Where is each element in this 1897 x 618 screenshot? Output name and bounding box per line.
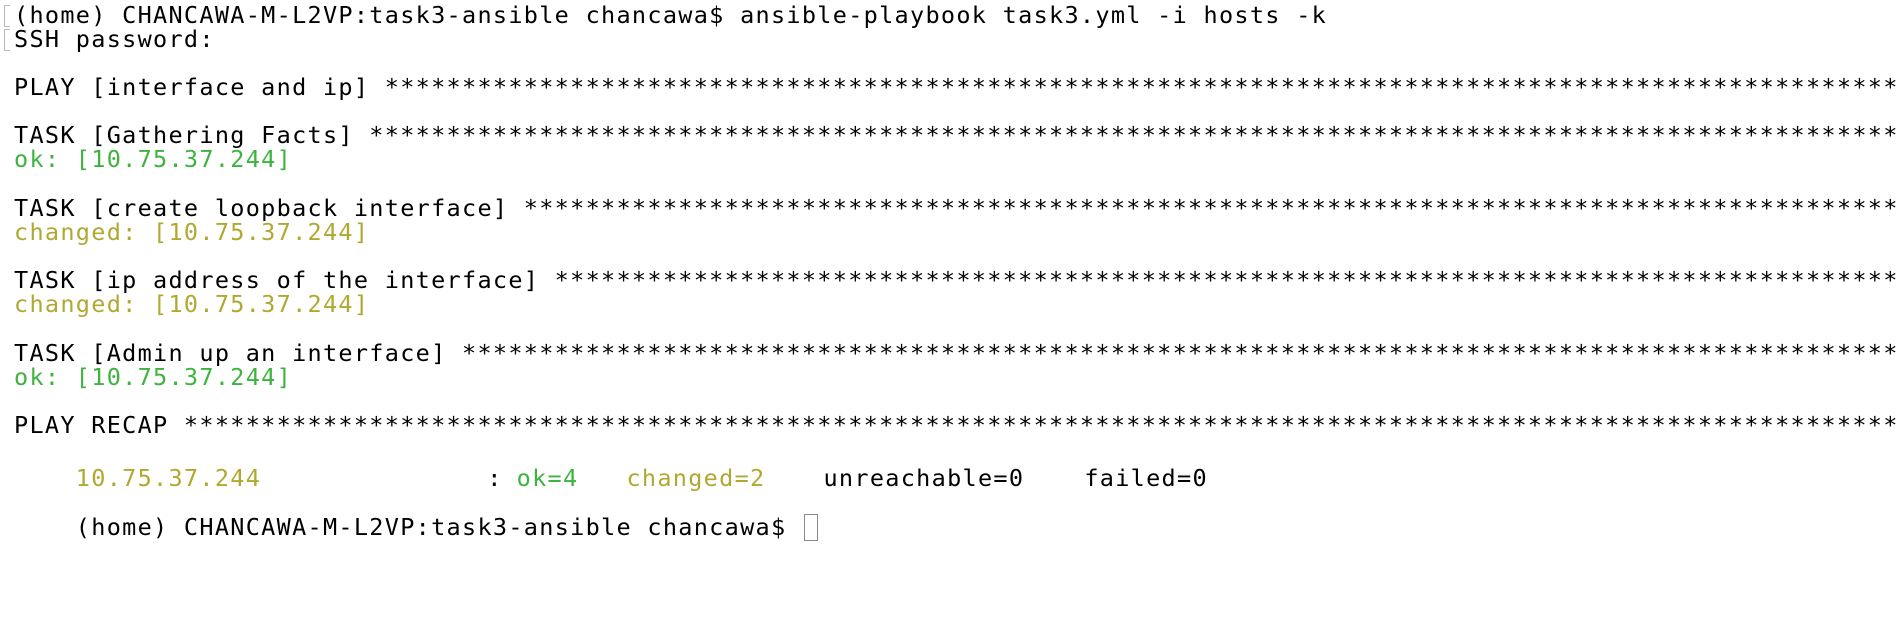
task-create-loopback-result: changed: [10.75.37.244] [14,218,370,246]
task-gathering-facts-result: ok: [10.75.37.244] [14,145,293,173]
line-mark [4,5,10,27]
text-cursor[interactable] [803,514,818,541]
recap-failed: failed=0 [1084,464,1208,492]
final-prompt-line[interactable]: (home) CHANCAWA-M-L2VP:task3-ansible cha… [14,484,818,541]
play-recap-row: 10.75.37.244: ok=4 changed=2 unreachable=0 f… [14,435,1208,492]
terminal-window[interactable]: (home) CHANCAWA-M-L2VP:task3-ansible cha… [0,0,1897,618]
recap-unreachable: unreachable=0 [823,464,1025,492]
task-admin-up-result: ok: [10.75.37.244] [14,363,293,391]
task-gathering-facts-header: TASK [Gathering Facts] *****************… [14,121,1897,149]
task-admin-up-header: TASK [Admin up an interface] ***********… [14,339,1897,367]
ssh-password-prompt: SSH password: [14,25,215,53]
final-prompt: (home) CHANCAWA-M-L2VP:task3-ansible cha… [75,513,802,541]
line-mark [4,29,10,51]
play-header: PLAY [interface and ip] ****************… [14,73,1897,101]
task-ip-address-result: changed: [10.75.37.244] [14,290,370,318]
